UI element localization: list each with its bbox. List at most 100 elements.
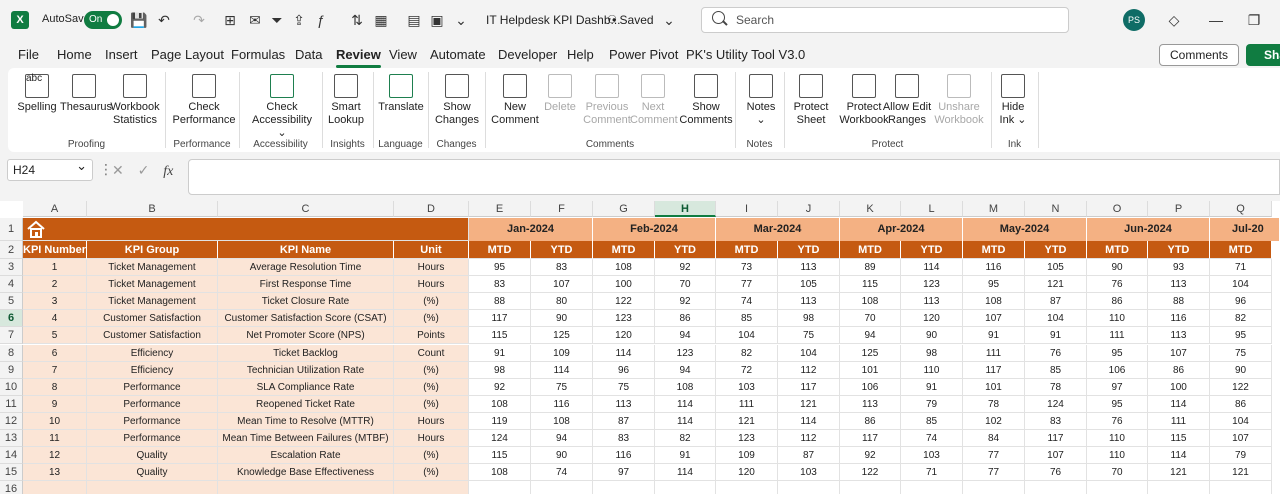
value-cell[interactable]: 74	[716, 293, 778, 311]
value-cell[interactable]: 90	[1210, 361, 1272, 379]
value-cell[interactable]: 114	[655, 464, 716, 482]
kpi-num-cell[interactable]: 5	[23, 327, 87, 345]
value-cell[interactable]: 110	[1087, 430, 1148, 448]
value-cell[interactable]: 75	[778, 327, 840, 345]
empty-cell[interactable]	[469, 481, 531, 494]
value-cell[interactable]: 104	[1210, 276, 1272, 294]
value-cell[interactable]: 85	[901, 412, 963, 430]
value-cell[interactable]: 104	[716, 327, 778, 345]
column-header-F[interactable]: F	[531, 201, 593, 217]
value-cell[interactable]: 113	[1148, 327, 1210, 345]
value-cell[interactable]: 90	[901, 327, 963, 345]
value-cell[interactable]: 70	[1087, 464, 1148, 482]
value-cell[interactable]: 91	[901, 378, 963, 396]
share-icon[interactable]: ⇪	[290, 11, 308, 29]
document-title[interactable]: IT Helpdesk KPI Dashb...	[486, 13, 621, 27]
row-header-11[interactable]: 11	[0, 395, 23, 413]
thesaurus-button[interactable]: Thesaurus	[60, 74, 112, 114]
value-cell[interactable]: 117	[963, 361, 1025, 379]
tab-insert[interactable]: Insert	[105, 47, 138, 62]
diamond-icon[interactable]: ◇	[1165, 11, 1183, 29]
value-cell[interactable]: 97	[593, 464, 655, 482]
value-cell[interactable]: 71	[901, 464, 963, 482]
kpi-unit-cell[interactable]: Hours	[394, 259, 469, 277]
value-cell[interactable]: 90	[531, 447, 593, 465]
tab-automate[interactable]: Automate	[430, 47, 486, 62]
column-header-P[interactable]: P	[1148, 201, 1210, 217]
value-cell[interactable]: 86	[655, 310, 716, 328]
value-cell[interactable]: 92	[655, 259, 716, 277]
kpi-name-cell[interactable]: Reopened Ticket Rate	[218, 395, 394, 413]
row-header-6[interactable]: 6	[0, 310, 23, 328]
value-cell[interactable]: 113	[593, 395, 655, 413]
value-cell[interactable]: 95	[1087, 344, 1148, 362]
tab-home[interactable]: Home	[57, 47, 92, 62]
kpi-group-cell[interactable]: Customer Satisfaction	[87, 310, 218, 328]
value-cell[interactable]: 84	[963, 430, 1025, 448]
table-icon[interactable]: ▤	[405, 11, 423, 29]
tab-developer[interactable]: Developer	[498, 47, 557, 62]
value-cell[interactable]: 122	[593, 293, 655, 311]
column-header-B[interactable]: B	[87, 201, 218, 217]
value-cell[interactable]: 113	[1148, 276, 1210, 294]
value-cell[interactable]: 91	[1025, 327, 1087, 345]
column-header-J[interactable]: J	[778, 201, 840, 217]
value-cell[interactable]: 111	[716, 395, 778, 413]
row-header-15[interactable]: 15	[0, 464, 23, 482]
empty-cell[interactable]	[218, 481, 394, 494]
value-cell[interactable]: 108	[593, 259, 655, 277]
value-cell[interactable]: 95	[963, 276, 1025, 294]
value-cell[interactable]: 117	[1025, 430, 1087, 448]
column-header-Q[interactable]: Q	[1210, 201, 1272, 217]
value-cell[interactable]: 107	[1148, 344, 1210, 362]
value-cell[interactable]: 117	[778, 378, 840, 396]
value-cell[interactable]: 107	[1210, 430, 1272, 448]
value-cell[interactable]: 120	[901, 310, 963, 328]
autosave-toggle[interactable]: On	[84, 11, 122, 29]
value-cell[interactable]: 80	[531, 293, 593, 311]
kpi-name-cell[interactable]: Technician Utilization Rate	[218, 361, 394, 379]
value-cell[interactable]: 93	[1148, 259, 1210, 277]
value-cell[interactable]: 90	[1087, 259, 1148, 277]
kpi-group-cell[interactable]: Ticket Management	[87, 276, 218, 294]
value-cell[interactable]: 105	[778, 276, 840, 294]
value-cell[interactable]: 88	[469, 293, 531, 311]
row-header-7[interactable]: 7	[0, 327, 23, 345]
kpi-num-cell[interactable]: 13	[23, 464, 87, 482]
value-cell[interactable]: 114	[531, 361, 593, 379]
row-header-16[interactable]: 16	[0, 481, 23, 494]
value-cell[interactable]: 115	[1148, 430, 1210, 448]
empty-cell[interactable]	[593, 481, 655, 494]
empty-cell[interactable]	[901, 481, 963, 494]
column-header-K[interactable]: K	[840, 201, 901, 217]
kpi-name-cell[interactable]: Mean Time to Resolve (MTTR)	[218, 412, 394, 430]
value-cell[interactable]: 102	[963, 412, 1025, 430]
allow-edit-ranges-button[interactable]: Allow Edit Ranges	[881, 74, 933, 127]
value-cell[interactable]: 86	[1087, 293, 1148, 311]
value-cell[interactable]: 103	[716, 378, 778, 396]
worksheet-grid[interactable]: A B C D E F G H I J K L M N O P Q 1 2 3 4 5 6 7 8 9 10 11 12 13 14 15 16…	[0, 201, 1280, 494]
value-cell[interactable]: 89	[840, 259, 901, 277]
value-cell[interactable]: 107	[963, 310, 1025, 328]
value-cell[interactable]: 88	[1148, 293, 1210, 311]
value-cell[interactable]: 79	[1210, 447, 1272, 465]
value-cell[interactable]: 91	[963, 327, 1025, 345]
value-cell[interactable]: 108	[469, 395, 531, 413]
saved-status[interactable]: • Saved	[612, 13, 654, 27]
tab-help[interactable]: Help	[567, 47, 594, 62]
empty-cell[interactable]	[87, 481, 218, 494]
kpi-group-cell[interactable]: Performance	[87, 378, 218, 396]
value-cell[interactable]: 117	[469, 310, 531, 328]
empty-cell[interactable]	[23, 481, 87, 494]
check-performance-button[interactable]: Check Performance	[172, 74, 236, 127]
kpi-unit-cell[interactable]: (%)	[394, 310, 469, 328]
value-cell[interactable]: 91	[655, 447, 716, 465]
restore-icon[interactable]: ❐	[1245, 11, 1263, 29]
value-cell[interactable]: 85	[1025, 361, 1087, 379]
value-cell[interactable]: 78	[1025, 378, 1087, 396]
value-cell[interactable]: 70	[655, 276, 716, 294]
kpi-num-cell[interactable]: 2	[23, 276, 87, 294]
empty-cell[interactable]	[655, 481, 716, 494]
value-cell[interactable]: 104	[778, 344, 840, 362]
kpi-name-cell[interactable]: Customer Satisfaction Score (CSAT)	[218, 310, 394, 328]
